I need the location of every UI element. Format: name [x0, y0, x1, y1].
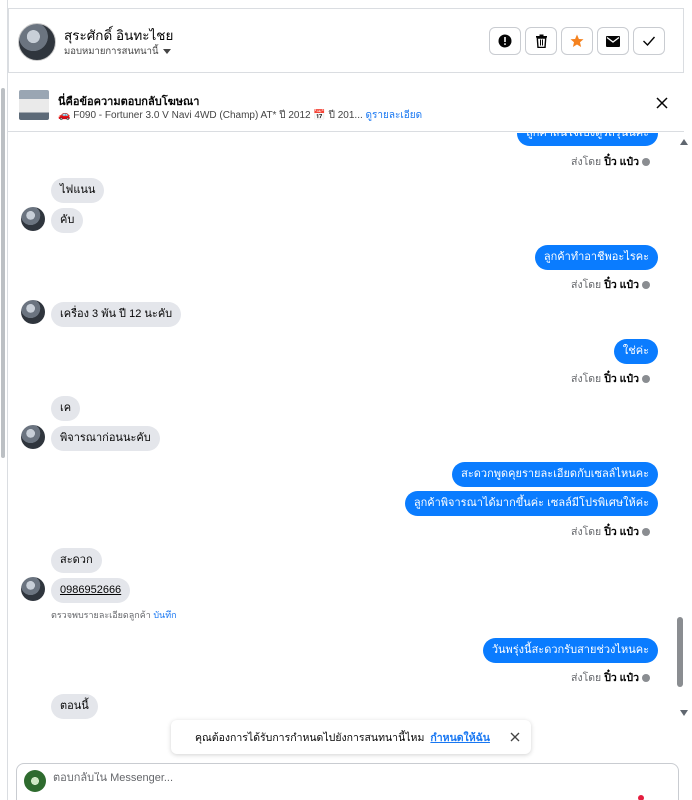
message-outgoing[interactable]: ใช่ค่ะ	[613, 339, 658, 364]
alert-icon	[498, 34, 512, 48]
sent-by-label: ส่งโดย ปิ๋ว แป๋ว	[571, 370, 650, 387]
toast-text: คุณต้องการได้รับการกำหนดไปยังการสนทนานี้…	[195, 731, 425, 744]
ad-reply-banner: นี่คือข้อความตอบกลับโฆษณา 🚗 F090 - Fortu…	[8, 72, 684, 132]
trash-icon	[535, 34, 547, 48]
info-icon[interactable]	[642, 374, 650, 383]
avatar[interactable]	[18, 23, 56, 61]
save-details-link[interactable]: บันทึก	[153, 610, 176, 620]
assign-to-me-link[interactable]: กำหนดให้ฉัน	[430, 729, 490, 746]
assign-label: มอบหมายการสนทนานี้	[64, 46, 159, 57]
message-incoming[interactable]: เครื่อง 3 พัน ปี 12 นะคับ	[51, 302, 182, 327]
page-avatar	[24, 770, 46, 792]
message-incoming[interactable]: พิจารณาก่อนนะคับ	[51, 426, 160, 451]
reply-composer	[16, 763, 679, 800]
sent-by-label: ส่งโดย ปิ๋ว แป๋ว	[571, 523, 650, 540]
check-icon	[643, 36, 656, 47]
message-incoming-phone[interactable]: 0986952666	[51, 578, 131, 603]
report-button[interactable]	[489, 27, 521, 55]
ad-description: 🚗 F090 - Fortuner 3.0 V Navi 4WD (Champ)…	[58, 110, 363, 121]
message-outgoing[interactable]: ลูกค้าทำอาชีพอะไรคะ	[534, 245, 658, 270]
chat-scrollbar[interactable]	[676, 133, 692, 720]
ad-subtitle: 🚗 F090 - Fortuner 3.0 V Navi 4WD (Champ)…	[58, 108, 422, 123]
close-icon[interactable]	[510, 732, 520, 742]
delete-button[interactable]	[525, 27, 557, 55]
sent-by-label: ส่งโดย ปิ๋ว แป๋ว	[571, 669, 650, 686]
close-icon[interactable]	[656, 97, 668, 109]
assign-dropdown[interactable]: มอบหมายการสนทนานี้	[64, 44, 171, 59]
message-incoming[interactable]: ไฟแนน	[51, 178, 105, 203]
conversation-header: สุระศักดิ์ อินทะไชย มอบหมายการสนทนานี้	[8, 8, 684, 72]
contact-name[interactable]: สุระศักดิ์ อินทะไชย	[64, 24, 173, 46]
action-toolbar	[489, 27, 665, 55]
message-incoming[interactable]: สะดวก	[51, 548, 102, 573]
ad-thumbnail[interactable]	[19, 90, 49, 120]
message-incoming[interactable]: คับ	[51, 208, 84, 233]
avatar	[21, 577, 45, 601]
reply-input[interactable]	[53, 772, 553, 784]
sent-by-label: ส่งโดย ปิ๋ว แป๋ว	[571, 276, 650, 293]
avatar	[21, 300, 45, 324]
scrollbar-thumb[interactable]	[677, 617, 683, 687]
info-icon[interactable]	[642, 673, 650, 682]
ad-details-link[interactable]: ดูรายละเอียด	[366, 110, 423, 121]
avatar	[21, 425, 45, 449]
star-button[interactable]	[561, 27, 593, 55]
scroll-up-arrow-icon[interactable]	[680, 139, 688, 145]
detected-text: ตรวจพบรายละเอียดลูกค้า	[51, 610, 151, 620]
left-scrollbar[interactable]	[1, 88, 5, 458]
message-thread[interactable]: ลูกค้าสนใจเบิ่งดูรถรุ่นนี้คะ ส่งโดย ปิ๋ว …	[8, 133, 676, 720]
mark-unread-button[interactable]	[597, 27, 629, 55]
info-icon[interactable]	[642, 280, 650, 289]
chevron-down-icon	[162, 49, 171, 54]
message-outgoing[interactable]: ลูกค้าสนใจเบิ่งดูรถรุ่นนี้คะ	[516, 133, 658, 146]
info-icon[interactable]	[642, 157, 650, 166]
avatar	[21, 207, 45, 231]
mail-icon	[606, 35, 620, 47]
mark-done-button[interactable]	[633, 27, 665, 55]
message-outgoing[interactable]: สะดวกพูดคุยรายละเอียดกับเซลล์ไหนคะ	[452, 462, 658, 487]
message-outgoing[interactable]: วันพรุ่งนี้สะดวกรับสายช่วงไหนคะ	[482, 638, 658, 663]
star-icon	[570, 34, 584, 47]
customer-details-note: ตรวจพบรายละเอียดลูกค้า บันทึก	[51, 608, 177, 622]
scroll-down-arrow-icon[interactable]	[680, 710, 688, 716]
assign-prompt-toast: คุณต้องการได้รับการกำหนดไปยังการสนทนานี้…	[171, 720, 531, 754]
message-incoming[interactable]: เค	[51, 396, 81, 421]
info-icon[interactable]	[642, 527, 650, 536]
indicator-dot	[638, 795, 644, 800]
sent-by-label: ส่งโดย ปิ๋ว แป๋ว	[571, 153, 650, 170]
message-outgoing[interactable]: ลูกค้าพิจารณาได้มากขึ้นค่ะ เซลล์มีโปรพิเ…	[404, 491, 658, 516]
message-incoming[interactable]: ตอนนี้	[51, 694, 98, 719]
